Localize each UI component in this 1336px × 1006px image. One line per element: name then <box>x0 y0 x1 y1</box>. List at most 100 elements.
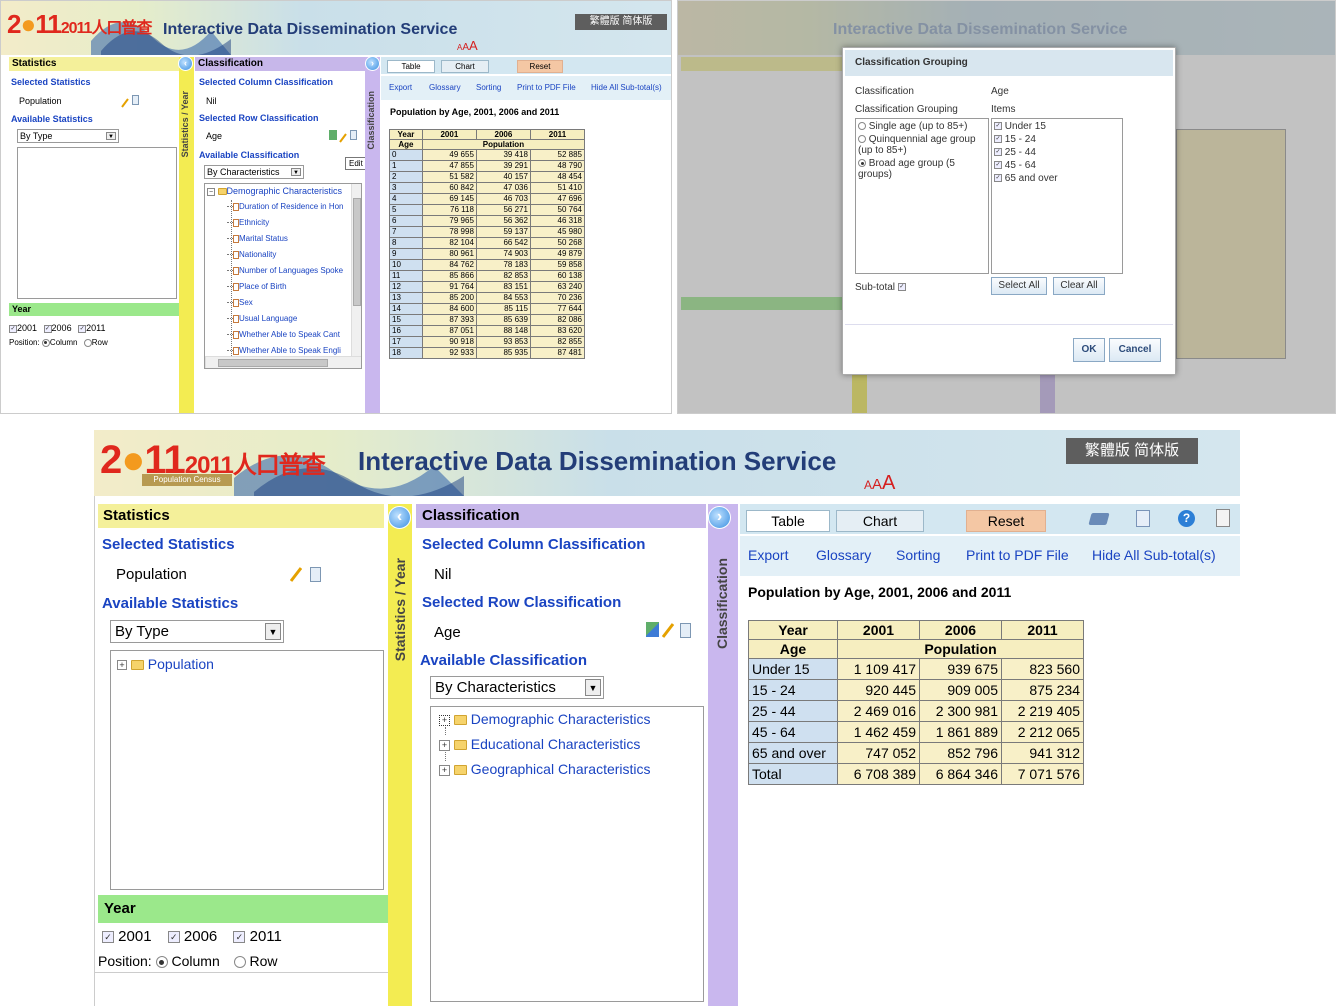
census-logo[interactable]: 2●112011人口普查 <box>7 9 152 40</box>
help-icon[interactable]: ? <box>1178 510 1195 527</box>
table-header-year-value[interactable]: 2006 <box>475 129 531 140</box>
tree-scroll-thumb[interactable] <box>353 198 361 306</box>
tree-node-child[interactable]: Nationality <box>227 250 276 259</box>
item-checkbox[interactable]: ✓ <box>994 161 1002 170</box>
table-header-year-value[interactable]: 2011 <box>1001 620 1084 640</box>
item-checkbox[interactable]: ✓ <box>994 135 1002 144</box>
subtotal-checkbox[interactable]: ✓ <box>897 283 906 292</box>
select-all-button[interactable]: Select All <box>991 277 1047 295</box>
tree-hscroll-thumb[interactable] <box>218 359 328 367</box>
position-row-radio[interactable] <box>83 338 92 347</box>
tab-table[interactable]: Table <box>746 510 830 532</box>
tree-hscrollbar[interactable] <box>205 356 361 368</box>
table-header-year-value[interactable]: 2001 <box>837 620 920 640</box>
font-mid-button[interactable]: A <box>462 42 469 53</box>
tree-node-child[interactable]: Marital Status <box>227 234 288 243</box>
tab-chart[interactable]: Chart <box>836 510 924 532</box>
expand-icon[interactable]: + <box>439 739 450 751</box>
tree-node-population[interactable]: + Population <box>117 656 214 672</box>
expand-icon[interactable]: + <box>117 660 127 671</box>
lang-simp-link[interactable]: 简体版 <box>622 16 652 27</box>
expand-icon[interactable]: + <box>439 764 450 776</box>
option-single-radio[interactable] <box>858 122 866 131</box>
classification-type-select[interactable]: By Characteristics ▼ <box>204 165 304 179</box>
trash-icon[interactable] <box>310 567 321 582</box>
option-single-age[interactable]: Single age (up to 85+) <box>858 121 986 132</box>
item-checkbox[interactable]: ✓ <box>994 174 1002 183</box>
option-quinquennial-radio[interactable] <box>858 135 866 144</box>
hide-subtotals-link[interactable]: Hide All Sub-total(s) <box>1092 547 1216 563</box>
font-small-button[interactable]: A <box>864 478 872 492</box>
arrow-right-icon[interactable]: › <box>708 506 731 529</box>
available-statistics-tree[interactable] <box>17 147 177 299</box>
printer-icon[interactable] <box>1088 513 1110 525</box>
item-checkbox[interactable]: ✓ <box>994 148 1002 157</box>
year-2011-checkbox[interactable]: ✓ <box>233 931 246 944</box>
grouping-icon[interactable] <box>646 622 659 637</box>
option-broad[interactable]: Broad age group (5 groups) <box>858 158 986 180</box>
tree-node-geographical[interactable]: + Geographical Characteristics <box>439 761 651 777</box>
export-icon[interactable] <box>1136 510 1150 527</box>
glossary-link[interactable]: Glossary <box>429 83 461 92</box>
hide-subtotals-link[interactable]: Hide All Sub-total(s) <box>591 83 662 92</box>
year-2006-checkbox[interactable]: ✓ <box>43 324 52 333</box>
tree-node-demographic[interactable]: + Demographic Characteristics <box>439 711 651 727</box>
lang-trad-link[interactable]: 繁體版 <box>590 16 620 27</box>
table-header-year-value[interactable]: 2011 <box>529 129 586 140</box>
year-2001-checkbox[interactable]: ✓ <box>9 324 17 333</box>
pencil-icon[interactable] <box>661 622 675 638</box>
option-broad-radio[interactable] <box>858 159 866 168</box>
classification-tree[interactable]: + Demographic Characteristics + Educatio… <box>430 706 704 1002</box>
tree-node-child[interactable]: Ethnicity <box>227 218 269 227</box>
position-row-radio[interactable] <box>233 956 246 969</box>
lang-trad-link[interactable]: 繁體版 <box>1085 442 1130 459</box>
trash-icon[interactable] <box>680 623 691 638</box>
tree-node-child[interactable]: Usual Language <box>227 314 297 323</box>
tab-chart[interactable]: Chart <box>441 60 489 73</box>
arrow-right-icon[interactable]: › <box>365 56 380 71</box>
print-pdf-link[interactable]: Print to PDF File <box>966 547 1069 563</box>
classification-tree[interactable]: − Demographic Characteristics Duration o… <box>204 183 362 369</box>
year-2001-checkbox[interactable]: ✓ <box>102 931 114 944</box>
clear-all-button[interactable]: Clear All <box>1053 277 1105 295</box>
lang-simp-link[interactable]: 简体版 <box>1134 442 1179 459</box>
pencil-icon[interactable] <box>289 566 303 582</box>
print-pdf-link[interactable]: Print to PDF File <box>517 83 576 92</box>
trash-icon[interactable] <box>132 95 139 105</box>
tree-node-child[interactable]: Place of Birth <box>227 282 287 291</box>
table-header-year-value[interactable]: 2006 <box>919 620 1002 640</box>
pencil-icon[interactable] <box>339 130 347 143</box>
arrow-left-icon[interactable]: ‹ <box>388 506 411 529</box>
sorting-link[interactable]: Sorting <box>476 83 501 92</box>
tree-node-child[interactable]: Number of Languages Spoke <box>227 266 343 275</box>
position-column-radio[interactable] <box>41 338 50 347</box>
glossary-link[interactable]: Glossary <box>816 547 871 563</box>
font-large-button[interactable]: A <box>882 472 895 494</box>
position-column-radio[interactable] <box>155 956 168 969</box>
tree-node-child[interactable]: Whether Able to Speak Cant <box>227 330 340 339</box>
pencil-icon[interactable] <box>121 95 129 108</box>
year-2011-checkbox[interactable]: ✓ <box>78 324 87 333</box>
statistics-type-select[interactable]: By Type ▼ <box>110 620 284 643</box>
reset-button[interactable]: Reset <box>966 510 1046 532</box>
sorting-link[interactable]: Sorting <box>896 547 940 563</box>
expand-icon[interactable]: + <box>439 714 450 726</box>
trash-icon[interactable] <box>350 130 357 140</box>
year-2006-checkbox[interactable]: ✓ <box>167 931 180 944</box>
item-checkbox[interactable]: ✓ <box>994 122 1002 131</box>
export-link[interactable]: Export <box>389 83 412 92</box>
export-link[interactable]: Export <box>748 547 788 563</box>
reset-button[interactable]: Reset <box>517 60 563 73</box>
clipboard-icon[interactable] <box>1216 509 1230 527</box>
tree-node-educational[interactable]: + Educational Characteristics <box>439 736 641 752</box>
collapse-icon[interactable]: − <box>207 187 215 196</box>
table-header-year-value[interactable]: 2001 <box>421 129 477 140</box>
font-mid-button[interactable]: A <box>872 476 882 493</box>
arrow-left-icon[interactable]: ‹ <box>178 56 193 71</box>
available-statistics-tree[interactable]: + Population <box>110 650 384 890</box>
classification-type-select[interactable]: By Characteristics ▼ <box>430 676 604 699</box>
font-large-button[interactable]: A <box>469 38 478 53</box>
grouping-icon[interactable] <box>329 130 337 140</box>
statistics-type-select[interactable]: By Type ▼ <box>17 129 119 143</box>
tree-scrollbar[interactable] <box>351 184 361 356</box>
